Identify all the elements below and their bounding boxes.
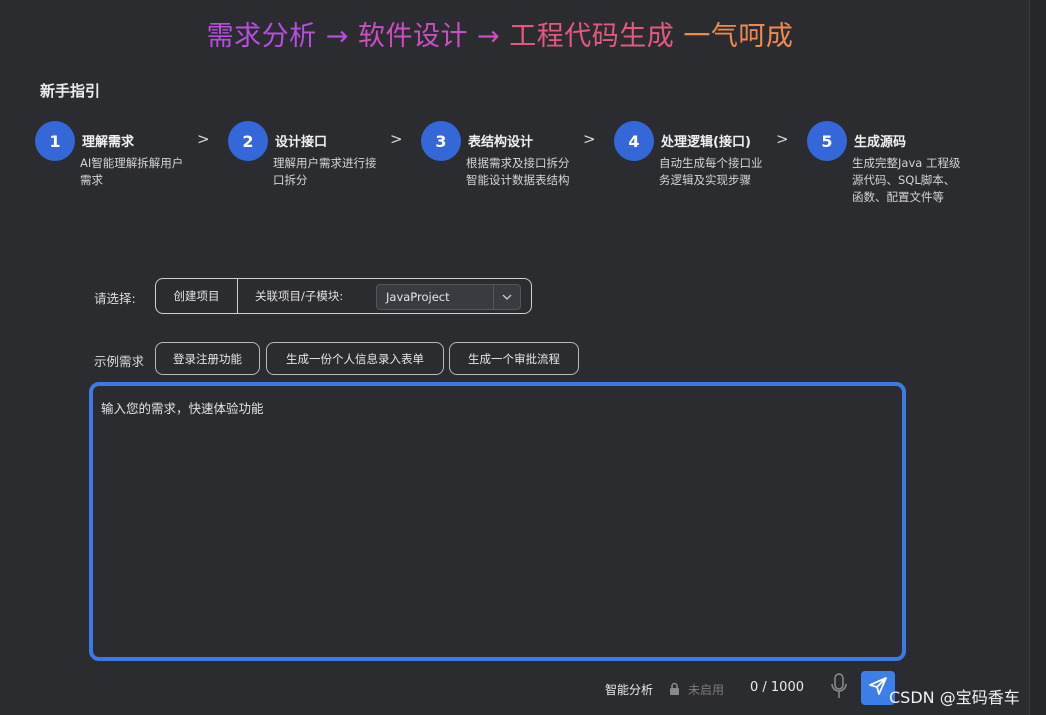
step-number: 1 — [35, 121, 75, 161]
requirement-placeholder: 输入您的需求，快速体验功能 — [101, 401, 264, 416]
step-arrow: > — [776, 130, 789, 148]
headline-part-2: 软件设计 → — [357, 21, 510, 52]
char-count: 0 / 1000 — [750, 680, 804, 695]
select-label: 请选择: — [94, 291, 136, 306]
link-project-label: 关联项目/子模块: — [255, 289, 344, 303]
examples-label: 示例需求 — [94, 354, 145, 369]
dropdown-value: JavaProject — [386, 290, 450, 304]
step-number: 2 — [228, 121, 268, 161]
watermark: CSDN @宝码香车 — [889, 688, 1020, 707]
create-project-button[interactable]: 创建项目 — [156, 279, 238, 313]
step-description: 生成完整Java 工程级源代码、SQL脚本、函数、配置文件等 — [852, 156, 961, 204]
step-number: 5 — [807, 121, 847, 161]
page-headline: 需求分析 → 软件设计 → 工程代码生成 一气呵成 — [0, 14, 1000, 53]
headline-part-4: 一气呵成 — [683, 21, 794, 52]
step-name: 表结构设计 — [468, 135, 534, 150]
step-name: 生成源码 — [854, 135, 907, 150]
input-footer: 智能分析 未启用 0 / 1000 — [605, 670, 905, 706]
step-number: 3 — [421, 121, 461, 161]
step-description: AI智能理解拆解用户需求 — [80, 156, 184, 187]
requirement-input[interactable]: 输入您的需求，快速体验功能 — [89, 382, 906, 661]
step-name: 设计接口 — [275, 135, 328, 150]
step-description: 自动生成每个接口业务逻辑及实现步骤 — [659, 156, 763, 187]
step-number: 4 — [614, 121, 654, 161]
step-name: 理解需求 — [82, 135, 135, 150]
project-dropdown[interactable]: JavaProject — [376, 284, 521, 310]
headline-part-3: 工程代码生成 — [509, 21, 684, 52]
chevron-down-icon[interactable] — [493, 285, 520, 309]
disabled-status: 未启用 — [688, 683, 725, 697]
example-chip-login[interactable]: 登录注册功能 — [155, 342, 260, 375]
example-chip-form[interactable]: 生成一份个人信息录入表单 — [266, 342, 444, 375]
step-arrow: > — [390, 130, 403, 148]
step-description: 理解用户需求进行接口拆分 — [273, 156, 377, 187]
guide-steps: 1 理解需求 AI智能理解拆解用户需求 > 2 设计接口 理解用户需求进行接口拆… — [35, 121, 995, 231]
step-name: 处理逻辑(接口) — [661, 135, 751, 150]
step-description: 根据需求及接口拆分智能设计数据表结构 — [466, 156, 570, 187]
step-arrow: > — [197, 130, 210, 148]
lock-icon — [668, 681, 681, 700]
project-select-box: 创建项目 关联项目/子模块: JavaProject — [155, 278, 532, 314]
headline-part-1: 需求分析 → — [206, 21, 358, 52]
step-arrow: > — [583, 130, 596, 148]
example-chip-approval[interactable]: 生成一个审批流程 — [449, 342, 579, 375]
send-icon — [867, 675, 889, 701]
scrollbar-rail[interactable] — [1029, 0, 1046, 715]
microphone-icon[interactable] — [829, 672, 849, 706]
guide-title: 新手指引 — [40, 82, 101, 100]
smart-analysis-label[interactable]: 智能分析 — [605, 681, 653, 698]
